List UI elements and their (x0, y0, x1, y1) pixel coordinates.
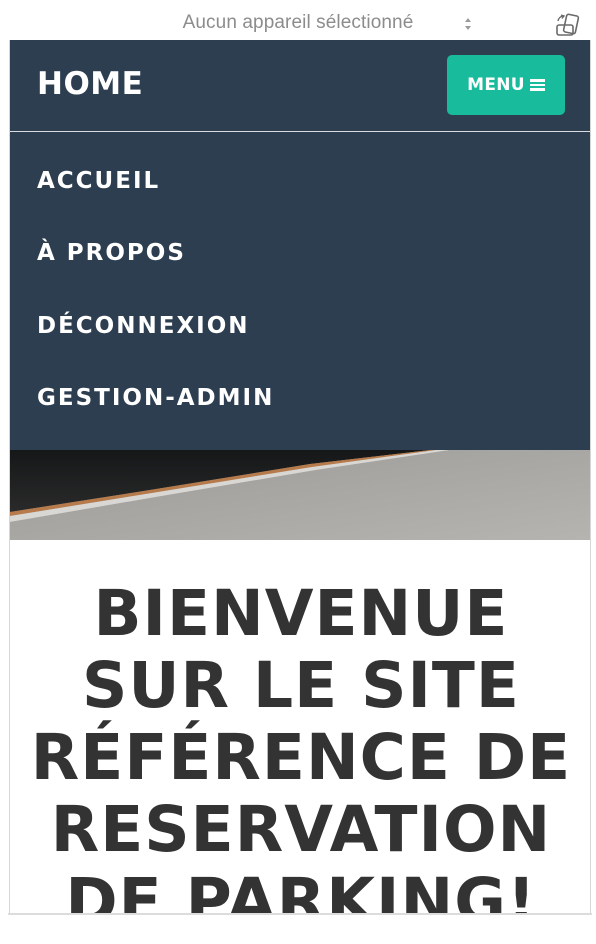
rotate-device-icon[interactable] (553, 12, 585, 38)
viewport-bottom-edge (8, 913, 592, 915)
menu-button-label: MENU (467, 75, 525, 95)
select-arrows-icon (465, 18, 471, 30)
nav-item-deconnexion[interactable]: DÉCONNEXION (37, 313, 250, 339)
nav-item-a-propos[interactable]: À PROPOS (37, 240, 186, 266)
nav-menu: ACCUEIL À PROPOS DÉCONNEXION GESTION-ADM… (10, 132, 590, 450)
hero-headline: BIENVENUE SUR LE SITE RÉFÉRENCE DE RESER… (30, 577, 572, 915)
responsive-device-toolbar: Aucun appareil sélectionné (0, 0, 596, 40)
hero-background-image (10, 450, 590, 540)
nav-item-gestion-admin[interactable]: GESTION-ADMIN (37, 385, 274, 411)
navbar: HOME MENU (10, 40, 590, 132)
device-select[interactable]: Aucun appareil sélectionné (0, 12, 596, 34)
brand-home-link[interactable]: HOME (37, 66, 143, 102)
hamburger-icon (529, 79, 545, 91)
menu-toggle-button[interactable]: MENU (447, 55, 565, 115)
nav-item-accueil[interactable]: ACCUEIL (37, 168, 160, 194)
hero-photo (10, 450, 590, 540)
device-viewport: HOME MENU ACCUEIL À PROPOS DÉCONNEXION G… (9, 40, 591, 914)
